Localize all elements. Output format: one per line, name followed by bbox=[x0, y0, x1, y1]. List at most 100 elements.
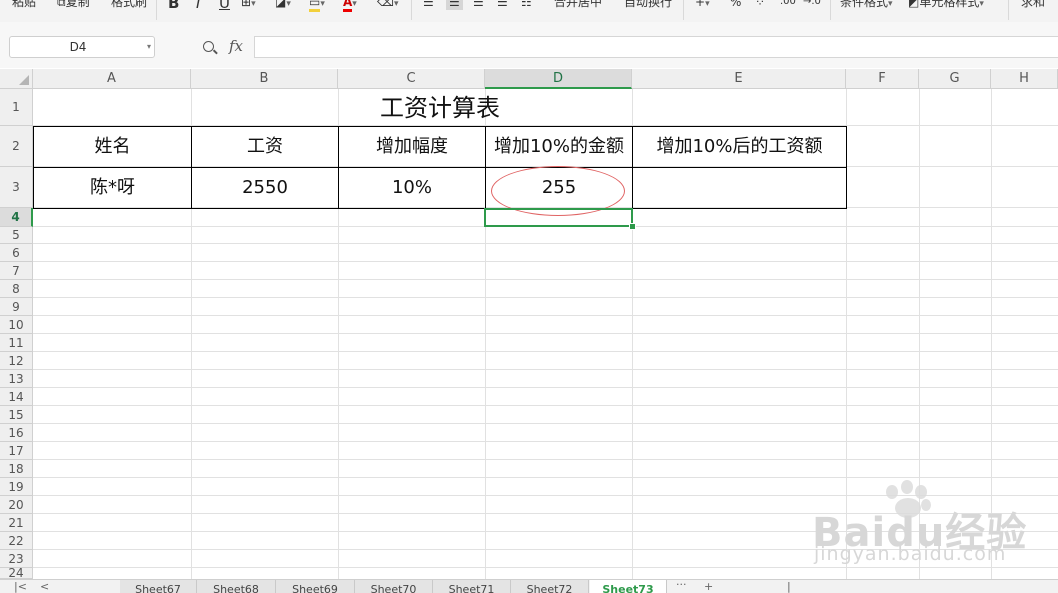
column-header-e[interactable]: E bbox=[632, 69, 846, 89]
tab-sheet70[interactable]: Sheet70 bbox=[355, 580, 433, 593]
align-center-icon: ☰ bbox=[449, 0, 460, 9]
column-header-f[interactable]: F bbox=[846, 69, 919, 89]
first-sheet-icon[interactable]: |< bbox=[14, 580, 27, 593]
percent-button[interactable]: % bbox=[730, 0, 741, 10]
border-button[interactable]: ⊞▾ bbox=[241, 0, 256, 12]
tab-sheet69[interactable]: Sheet69 bbox=[276, 580, 355, 593]
distribute-icon: ☷ bbox=[521, 0, 532, 9]
tab-sheet71[interactable]: Sheet71 bbox=[433, 580, 511, 593]
thousands-icon: ⁘ bbox=[755, 0, 766, 9]
scroll-tab-icon[interactable]: | bbox=[787, 580, 791, 593]
row-header-18[interactable]: 18 bbox=[0, 460, 33, 478]
gridline bbox=[33, 279, 1058, 280]
row-header-6[interactable]: 6 bbox=[0, 244, 33, 262]
tab-sheet67[interactable]: Sheet67 bbox=[120, 580, 197, 593]
conditional-format-button[interactable]: 条件格式▾ bbox=[840, 0, 893, 12]
wrap-text-button[interactable]: 自动换行 bbox=[624, 0, 672, 10]
row-header-9[interactable]: 9 bbox=[0, 298, 33, 316]
gridline bbox=[33, 369, 1058, 370]
row-header-17[interactable]: 17 bbox=[0, 442, 33, 460]
formula-input[interactable] bbox=[254, 36, 1058, 58]
row-header-1[interactable]: 1 bbox=[0, 89, 33, 126]
cell-e3-new-salary[interactable] bbox=[633, 168, 846, 208]
cell-c3-rate[interactable]: 10% bbox=[339, 168, 485, 208]
tab-sheet72[interactable]: Sheet72 bbox=[511, 580, 589, 593]
cell-a3-name[interactable]: 陈*呀 bbox=[34, 168, 191, 208]
name-box-value: D4 bbox=[69, 40, 87, 54]
bold-button[interactable]: B bbox=[168, 0, 179, 11]
column-header-g[interactable]: G bbox=[919, 69, 991, 89]
row-header-4[interactable]: 4 bbox=[0, 208, 33, 227]
tab-sheet68[interactable]: Sheet68 bbox=[197, 580, 276, 593]
row-header-15[interactable]: 15 bbox=[0, 406, 33, 424]
row-header-22[interactable]: 22 bbox=[0, 532, 33, 550]
copy-button[interactable]: ⧉复制 bbox=[57, 0, 90, 10]
distribute-button[interactable]: ☷ bbox=[521, 0, 532, 10]
underline-button[interactable]: U bbox=[219, 0, 230, 11]
highlight-button[interactable]: ▭▾ bbox=[309, 0, 325, 12]
row-header-19[interactable]: 19 bbox=[0, 478, 33, 496]
align-center-button[interactable]: ☰ bbox=[446, 0, 463, 10]
align-right-button[interactable]: ☰ bbox=[473, 0, 484, 10]
decimal-decrease-button[interactable]: →.0 bbox=[803, 0, 821, 10]
sum-button[interactable]: 求和 bbox=[1021, 0, 1045, 10]
paste-button[interactable]: 粘贴 bbox=[12, 0, 36, 10]
row-header-20[interactable]: 20 bbox=[0, 496, 33, 514]
italic-button[interactable]: I bbox=[196, 0, 200, 11]
table-border bbox=[33, 208, 847, 209]
row-header-5[interactable]: 5 bbox=[0, 227, 33, 244]
row-header-10[interactable]: 10 bbox=[0, 316, 33, 334]
row-header-7[interactable]: 7 bbox=[0, 262, 33, 280]
font-color-button[interactable]: A▾ bbox=[343, 0, 357, 12]
tab-sheet73[interactable]: Sheet73 bbox=[590, 580, 667, 593]
fx-icon[interactable]: fx bbox=[229, 37, 243, 55]
row-header-3[interactable]: 3 bbox=[0, 167, 33, 208]
chevron-down-icon[interactable]: ▾ bbox=[147, 37, 151, 57]
row-header-2[interactable]: 2 bbox=[0, 126, 33, 167]
active-cell-selection[interactable] bbox=[484, 208, 633, 227]
currency-button[interactable]: +▾ bbox=[695, 0, 710, 12]
gridline bbox=[33, 333, 1058, 334]
header-salary[interactable]: 工资 bbox=[192, 127, 338, 167]
fill-handle[interactable] bbox=[629, 223, 636, 230]
name-box[interactable]: D4 ▾ bbox=[9, 36, 155, 58]
ribbon-toolbar: 粘贴 ⧉复制 格式刷 B I U ⊞▾ ◪▾ ▭▾ A▾ ⌫▾ ☰ ☰ ☰ ☰ … bbox=[0, 0, 1058, 23]
thousands-button[interactable]: ⁘ bbox=[755, 0, 765, 10]
row-header-24[interactable]: 24 bbox=[0, 567, 33, 579]
cell-b3-salary[interactable]: 2550 bbox=[192, 168, 338, 208]
header-increase-rate[interactable]: 增加幅度 bbox=[339, 127, 485, 167]
column-header-h[interactable]: H bbox=[991, 69, 1058, 89]
table-border bbox=[191, 126, 192, 209]
table-title[interactable]: 工资计算表 bbox=[34, 90, 846, 126]
more-tabs-button[interactable]: ··· bbox=[676, 580, 687, 592]
column-header-a[interactable]: A bbox=[33, 69, 191, 89]
column-header-c[interactable]: C bbox=[338, 69, 485, 89]
row-header-14[interactable]: 14 bbox=[0, 388, 33, 406]
row-header-12[interactable]: 12 bbox=[0, 352, 33, 370]
row-header-16[interactable]: 16 bbox=[0, 424, 33, 442]
justify-icon: ☰ bbox=[497, 0, 508, 9]
clear-button[interactable]: ⌫▾ bbox=[377, 0, 399, 12]
header-new-salary[interactable]: 增加10%后的工资额 bbox=[633, 127, 846, 167]
prev-sheet-icon[interactable]: < bbox=[40, 580, 49, 593]
cell-style-icon: ◩ bbox=[908, 0, 920, 9]
add-sheet-icon[interactable]: + bbox=[704, 580, 713, 593]
header-increase-amount[interactable]: 增加10%的金额 bbox=[486, 127, 632, 167]
decimal-increase-button[interactable]: .00 bbox=[780, 0, 796, 10]
column-header-d[interactable]: D bbox=[485, 69, 632, 89]
merge-center-button[interactable]: 合并居中 bbox=[554, 0, 602, 10]
row-header-11[interactable]: 11 bbox=[0, 334, 33, 352]
justify-button[interactable]: ☰ bbox=[497, 0, 508, 10]
header-name[interactable]: 姓名 bbox=[34, 127, 191, 167]
align-left-button[interactable]: ☰ bbox=[423, 0, 434, 10]
format-painter-button[interactable]: 格式刷 bbox=[111, 0, 147, 10]
select-all-corner[interactable] bbox=[0, 69, 33, 89]
zoom-icon[interactable] bbox=[203, 41, 214, 52]
column-header-b[interactable]: B bbox=[191, 69, 338, 89]
fill-color-button[interactable]: ◪▾ bbox=[275, 0, 291, 12]
gridline bbox=[33, 243, 1058, 244]
row-header-13[interactable]: 13 bbox=[0, 370, 33, 388]
row-header-21[interactable]: 21 bbox=[0, 514, 33, 532]
row-header-8[interactable]: 8 bbox=[0, 280, 33, 298]
cell-style-button[interactable]: ◩单元格样式▾ bbox=[908, 0, 984, 12]
